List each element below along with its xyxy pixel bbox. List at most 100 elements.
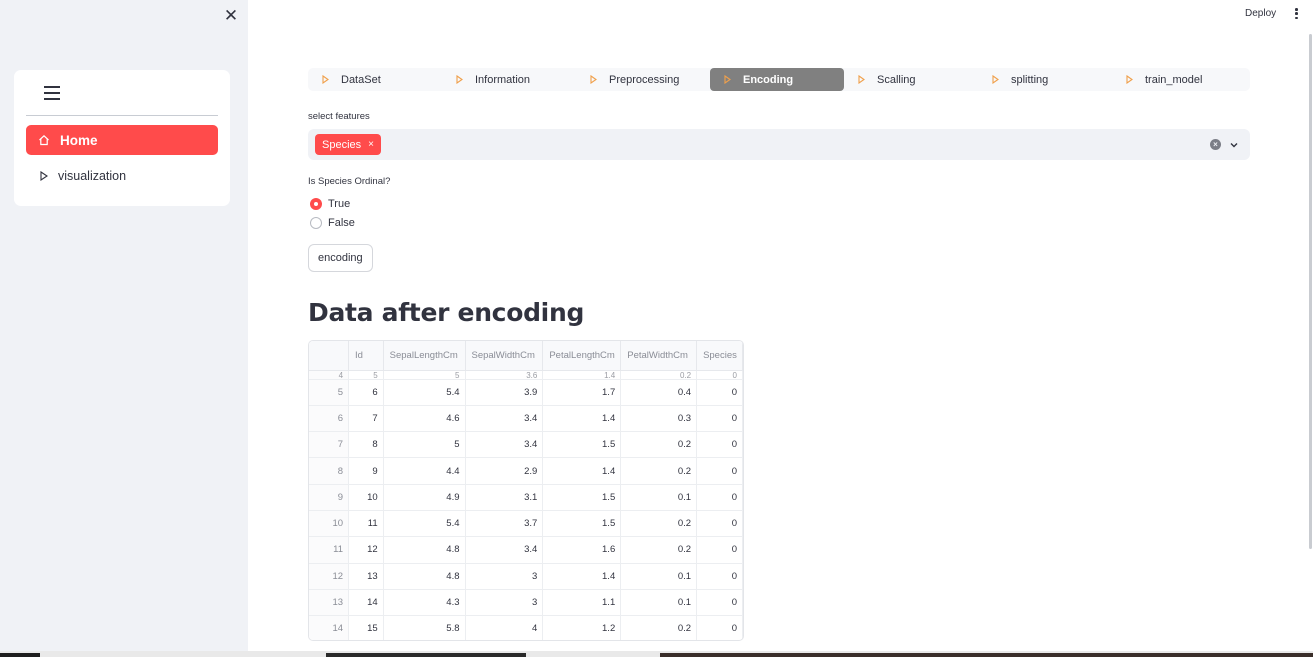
column-header[interactable]: Species bbox=[696, 341, 743, 371]
clear-all-icon[interactable]: × bbox=[1210, 139, 1221, 150]
table-cell[interactable]: 2.9 bbox=[465, 457, 544, 485]
table-cell[interactable]: 4.3 bbox=[383, 589, 466, 617]
table-cell[interactable]: 0.1 bbox=[620, 589, 698, 617]
close-sidebar-icon[interactable]: ✕ bbox=[222, 7, 240, 25]
table-cell[interactable]: 0 bbox=[696, 405, 743, 433]
table-cell[interactable]: 5 bbox=[348, 370, 384, 380]
table-cell[interactable]: 3 bbox=[465, 589, 544, 617]
table-cell[interactable]: 5 bbox=[383, 431, 466, 459]
deploy-button[interactable]: Deploy bbox=[1245, 8, 1276, 19]
table-cell[interactable]: 1.5 bbox=[542, 431, 622, 459]
table-cell[interactable]: 10 bbox=[348, 484, 384, 511]
table-cell[interactable]: 1.4 bbox=[542, 370, 622, 380]
tab-splitting[interactable]: splitting bbox=[978, 68, 1112, 91]
table-cell[interactable]: 0 bbox=[696, 484, 743, 511]
table-cell[interactable]: 11 bbox=[348, 510, 384, 538]
row-index[interactable]: 4 bbox=[309, 370, 350, 380]
table-cell[interactable]: 4 bbox=[465, 615, 544, 640]
row-index[interactable]: 6 bbox=[309, 405, 350, 433]
encoding-button[interactable]: encoding bbox=[308, 244, 373, 272]
table-cell[interactable]: 0.2 bbox=[620, 457, 698, 485]
tab-information[interactable]: Information bbox=[442, 68, 576, 91]
table-cell[interactable]: 0 bbox=[696, 589, 743, 617]
table-cell[interactable]: 0.4 bbox=[620, 379, 698, 406]
sidebar-item-visualization[interactable]: visualization bbox=[26, 165, 218, 187]
table-row[interactable]: 4 5 5 3.6 1.4 0.2 0 bbox=[309, 370, 743, 380]
table-cell[interactable]: 4.8 bbox=[383, 536, 466, 564]
index-header[interactable] bbox=[309, 341, 350, 371]
table-cell[interactable]: 1.5 bbox=[542, 510, 622, 538]
table-cell[interactable]: 0.2 bbox=[620, 510, 698, 538]
table-cell[interactable]: 5 bbox=[383, 370, 466, 380]
table-cell[interactable]: 0.3 bbox=[620, 405, 698, 433]
table-row[interactable]: 6 7 4.6 3.4 1.4 0.3 0 bbox=[309, 405, 743, 433]
table-cell[interactable]: 1.5 bbox=[542, 484, 622, 511]
table-cell[interactable]: 3.9 bbox=[465, 379, 544, 406]
table-cell[interactable]: 1.4 bbox=[542, 405, 622, 433]
table-row[interactable]: 11 12 4.8 3.4 1.6 0.2 0 bbox=[309, 536, 743, 564]
row-index[interactable]: 9 bbox=[309, 484, 350, 511]
table-cell[interactable]: 3.7 bbox=[465, 510, 544, 538]
table-cell[interactable]: 8 bbox=[348, 431, 384, 459]
tab-train-model[interactable]: train_model bbox=[1112, 68, 1246, 91]
table-cell[interactable]: 3.4 bbox=[465, 431, 544, 459]
table-row[interactable]: 12 13 4.8 3 1.4 0.1 0 bbox=[309, 563, 743, 590]
table-cell[interactable]: 15 bbox=[348, 615, 384, 640]
table-cell[interactable]: 0.1 bbox=[620, 484, 698, 511]
table-row[interactable]: 7 8 5 3.4 1.5 0.2 0 bbox=[309, 431, 743, 459]
column-header[interactable]: SepalWidthCm bbox=[465, 341, 544, 371]
row-index[interactable]: 12 bbox=[309, 563, 350, 590]
table-cell[interactable]: 3.4 bbox=[465, 405, 544, 433]
table-cell[interactable]: 0 bbox=[696, 563, 743, 590]
table-row[interactable]: 9 10 4.9 3.1 1.5 0.1 0 bbox=[309, 484, 743, 511]
table-cell[interactable]: 1.6 bbox=[542, 536, 622, 564]
table-cell[interactable]: 0.1 bbox=[620, 563, 698, 590]
tab-encoding[interactable]: Encoding bbox=[710, 68, 844, 91]
table-cell[interactable]: 0 bbox=[696, 536, 743, 564]
table-cell[interactable]: 6 bbox=[348, 379, 384, 406]
table-cell[interactable]: 0.2 bbox=[620, 615, 698, 640]
table-cell[interactable]: 1.4 bbox=[542, 563, 622, 590]
table-row[interactable]: 13 14 4.3 3 1.1 0.1 0 bbox=[309, 589, 743, 617]
row-index[interactable]: 13 bbox=[309, 589, 350, 617]
table-cell[interactable]: 0.2 bbox=[620, 431, 698, 459]
table-cell[interactable]: 5.4 bbox=[383, 510, 466, 538]
radio-selected-icon[interactable] bbox=[310, 198, 322, 210]
radio-false[interactable]: False bbox=[310, 216, 355, 230]
table-cell[interactable]: 3.4 bbox=[465, 536, 544, 564]
row-index[interactable]: 8 bbox=[309, 457, 350, 485]
sidebar-item-home[interactable]: Home bbox=[26, 125, 218, 155]
tab-scalling[interactable]: Scalling bbox=[844, 68, 978, 91]
table-cell[interactable]: 4.9 bbox=[383, 484, 466, 511]
tab-preprocessing[interactable]: Preprocessing bbox=[576, 68, 710, 91]
table-cell[interactable]: 1.4 bbox=[542, 457, 622, 485]
table-cell[interactable]: 4.4 bbox=[383, 457, 466, 485]
row-index[interactable]: 7 bbox=[309, 431, 350, 459]
table-cell[interactable]: 3.1 bbox=[465, 484, 544, 511]
column-header[interactable]: PetalWidthCm bbox=[620, 341, 698, 371]
row-index[interactable]: 5 bbox=[309, 379, 350, 406]
hamburger-icon[interactable] bbox=[44, 86, 60, 100]
column-header[interactable]: PetalLengthCm bbox=[542, 341, 622, 371]
data-table[interactable]: Id SepalLengthCm SepalWidthCm PetalLengthCm… bbox=[308, 340, 744, 641]
table-cell[interactable]: 3.6 bbox=[465, 370, 544, 380]
table-cell[interactable]: 0 bbox=[696, 379, 743, 406]
feature-multiselect[interactable]: Species × × bbox=[308, 129, 1250, 160]
table-cell[interactable]: 5.8 bbox=[383, 615, 466, 640]
table-cell[interactable]: 1.7 bbox=[542, 379, 622, 406]
table-cell[interactable]: 4.6 bbox=[383, 405, 466, 433]
table-row[interactable]: 10 11 5.4 3.7 1.5 0.2 0 bbox=[309, 510, 743, 538]
radio-true[interactable]: True bbox=[310, 197, 350, 211]
table-cell[interactable]: 3 bbox=[465, 563, 544, 590]
row-index[interactable]: 11 bbox=[309, 536, 350, 564]
table-cell[interactable]: 7 bbox=[348, 405, 384, 433]
radio-unselected-icon[interactable] bbox=[310, 217, 322, 229]
table-row[interactable]: 5 6 5.4 3.9 1.7 0.4 0 bbox=[309, 379, 743, 406]
row-index[interactable]: 10 bbox=[309, 510, 350, 538]
table-cell[interactable]: 14 bbox=[348, 589, 384, 617]
table-cell[interactable]: 0 bbox=[696, 615, 743, 640]
table-row[interactable]: 14 15 5.8 4 1.2 0.2 0 bbox=[309, 615, 743, 640]
table-cell[interactable]: 5.4 bbox=[383, 379, 466, 406]
tab-dataset[interactable]: DataSet bbox=[308, 68, 442, 91]
table-cell[interactable]: 4.8 bbox=[383, 563, 466, 590]
